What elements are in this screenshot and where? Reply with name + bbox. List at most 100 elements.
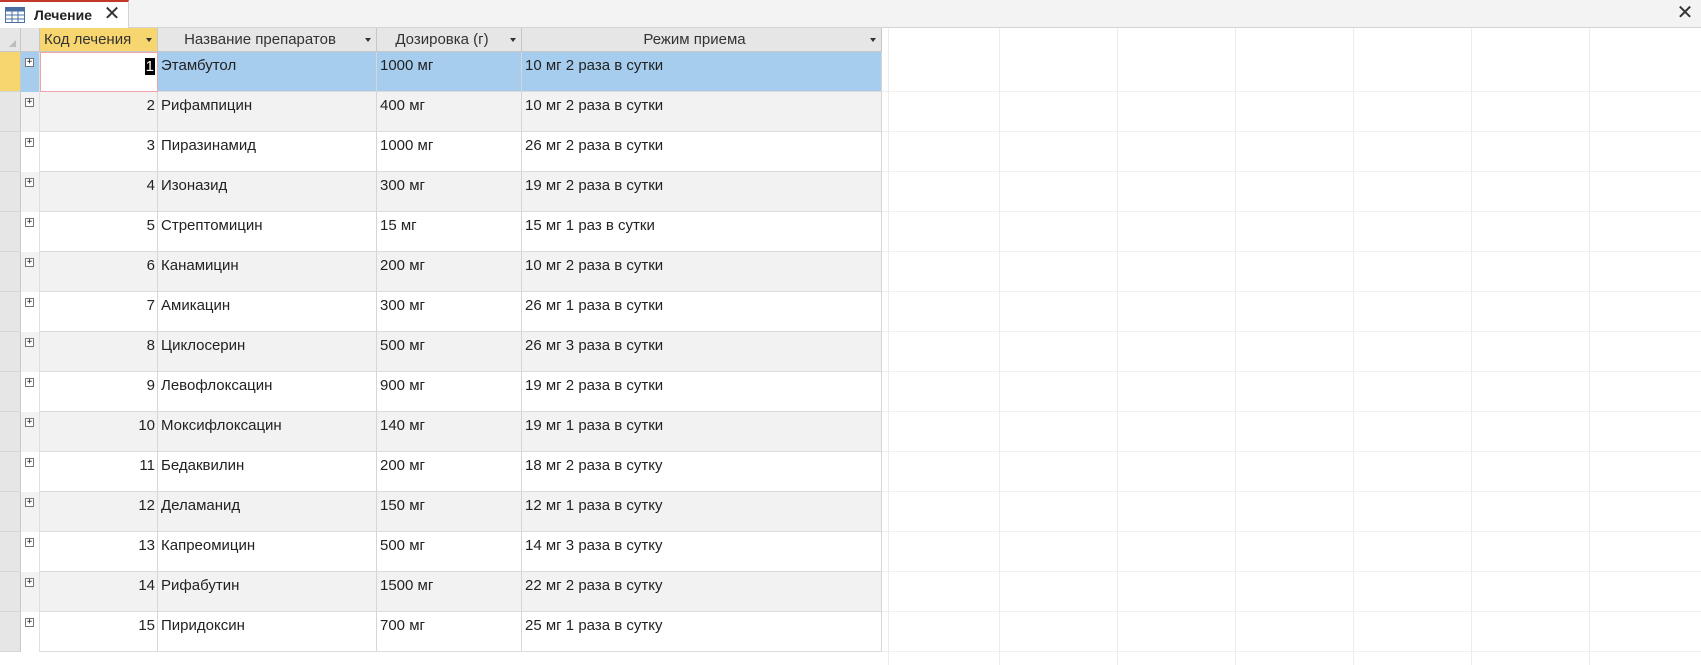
cell-kod-lecheniya[interactable]: 4 [40,172,158,212]
cell-nazvanie[interactable]: Левофлоксацин [158,372,377,412]
table-row[interactable]: +13 Капреомицин 500 мг 14 мг 3 раза в сутку [0,532,882,572]
column-header-rezhim[interactable]: Режим приема [522,28,882,52]
cell-dozirovka[interactable]: 200 мг [377,252,522,292]
table-row[interactable]: +11 Бедаквилин 200 мг 18 мг 2 раза в сутку [0,452,882,492]
table-row[interactable]: +14 Рифабутин 1500 мг 22 мг 2 раза в сутку [0,572,882,612]
cell-rezhim[interactable]: 14 мг 3 раза в сутку [522,532,882,572]
expand-plus-icon[interactable]: + [25,458,34,467]
cell-kod-lecheniya[interactable]: 9 [40,372,158,412]
cell-rezhim[interactable]: 15 мг 1 раз в сутки [522,212,882,252]
table-row[interactable]: +2 Рифампицин 400 мг 10 мг 2 раза в сутки [0,92,882,132]
cell-rezhim[interactable]: 10 мг 2 раза в сутки [522,92,882,132]
record-selector[interactable] [0,132,21,172]
expand-plus-icon[interactable]: + [25,538,34,547]
table-row[interactable]: +4 Изоназид 300 мг 19 мг 2 раза в сутки [0,172,882,212]
cell-kod-lecheniya[interactable]: 5 [40,212,158,252]
cell-rezhim[interactable]: 18 мг 2 раза в сутку [522,452,882,492]
record-selector[interactable] [0,492,21,532]
record-selector[interactable] [0,292,21,332]
cell-nazvanie[interactable]: Пиразинамид [158,132,377,172]
table-row[interactable]: +9 Левофлоксацин 900 мг 19 мг 2 раза в сутк… [0,372,882,412]
record-selector[interactable] [0,412,21,452]
cell-dozirovka[interactable]: 140 мг [377,412,522,452]
cell-dozirovka[interactable]: 15 мг [377,212,522,252]
expand-plus-icon[interactable]: + [25,498,34,507]
cell-rezhim[interactable]: 10 мг 2 раза в сутки [522,52,882,92]
cell-rezhim[interactable]: 19 мг 1 раза в сутки [522,412,882,452]
expand-plus-icon[interactable]: + [25,138,34,147]
tab-close-icon[interactable]: ✕ [102,4,122,24]
cell-rezhim[interactable]: 10 мг 2 раза в сутки [522,252,882,292]
expand-plus-icon[interactable]: + [25,578,34,587]
cell-dozirovka[interactable]: 1000 мг [377,132,522,172]
cell-nazvanie[interactable]: Этамбутол [158,52,377,92]
cell-nazvanie[interactable]: Пиридоксин [158,612,377,652]
cell-rezhim[interactable]: 19 мг 2 раза в сутки [522,172,882,212]
column-header-kod-lecheniya[interactable]: Код лечения [40,28,158,52]
cell-kod-lecheniya[interactable]: 12 [40,492,158,532]
expand-plus-icon[interactable]: + [25,618,34,627]
expand-plus-icon[interactable]: + [25,298,34,307]
cell-kod-lecheniya[interactable]: 2 [40,92,158,132]
cell-dozirovka[interactable]: 300 мг [377,172,522,212]
expand-plus-icon[interactable]: + [25,178,34,187]
cell-nazvanie[interactable]: Амикацин [158,292,377,332]
record-selector[interactable] [0,332,21,372]
expand-plus-icon[interactable]: + [25,338,34,347]
cell-dozirovka[interactable]: 500 мг [377,332,522,372]
cell-nazvanie[interactable]: Изоназид [158,172,377,212]
cell-kod-lecheniya[interactable]: 10 [40,412,158,452]
cell-nazvanie[interactable]: Канамицин [158,252,377,292]
cell-nazvanie[interactable]: Рифабутин [158,572,377,612]
record-selector[interactable] [0,252,21,292]
cell-dozirovka[interactable]: 1500 мг [377,572,522,612]
cell-kod-lecheniya[interactable]: 8 [40,332,158,372]
tab-lechenie[interactable]: Лечение ✕ [0,0,129,28]
cell-rezhim[interactable]: 19 мг 2 раза в сутки [522,372,882,412]
table-row[interactable]: +6 Канамицин 200 мг 10 мг 2 раза в сутки [0,252,882,292]
cell-dozirovka[interactable]: 500 мг [377,532,522,572]
cell-kod-lecheniya[interactable]: 15 [40,612,158,652]
select-all-corner[interactable] [0,28,21,52]
table-row[interactable]: +3 Пиразинамид 1000 мг 26 мг 2 раза в сутки [0,132,882,172]
cell-rezhim[interactable]: 12 мг 1 раза в сутку [522,492,882,532]
cell-kod-lecheniya[interactable]: 14 [40,572,158,612]
cell-nazvanie[interactable]: Капреомицин [158,532,377,572]
table-row[interactable]: +8 Циклосерин 500 мг 26 мг 3 раза в сутки [0,332,882,372]
record-selector[interactable] [0,572,21,612]
sort-dropdown-icon[interactable] [365,38,371,42]
cell-rezhim[interactable]: 25 мг 1 раза в сутку [522,612,882,652]
table-row[interactable]: +7 Амикацин 300 мг 26 мг 1 раза в сутки [0,292,882,332]
cell-dozirovka[interactable]: 400 мг [377,92,522,132]
cell-dozirovka[interactable]: 200 мг [377,452,522,492]
cell-nazvanie[interactable]: Рифампицин [158,92,377,132]
expand-plus-icon[interactable]: + [25,218,34,227]
expand-plus-icon[interactable]: + [25,258,34,267]
record-selector[interactable] [0,612,21,652]
table-row[interactable]: +15 Пиридоксин 700 мг 25 мг 1 раза в сутку [0,612,882,652]
table-row[interactable]: +12 Деламанид 150 мг 12 мг 1 раза в сутку [0,492,882,532]
cell-rezhim[interactable]: 26 мг 3 раза в сутки [522,332,882,372]
column-header-nazvanie[interactable]: Название препаратов [158,28,377,52]
record-selector[interactable] [0,172,21,212]
cell-nazvanie[interactable]: Циклосерин [158,332,377,372]
window-close-icon[interactable]: ✕ [1675,3,1695,23]
table-row[interactable]: +5 Стрептомицин 15 мг 15 мг 1 раз в сутки [0,212,882,252]
table-row[interactable]: +10 Моксифлоксацин 140 мг 19 мг 1 раза в су… [0,412,882,452]
cell-rezhim[interactable]: 26 мг 1 раза в сутки [522,292,882,332]
record-selector[interactable] [0,92,21,132]
cell-rezhim[interactable]: 26 мг 2 раза в сутки [522,132,882,172]
cell-nazvanie[interactable]: Моксифлоксацин [158,412,377,452]
table-row[interactable]: +1 Этамбутол 1000 мг 10 мг 2 раза в сутки [0,52,882,92]
cell-nazvanie[interactable]: Стрептомицин [158,212,377,252]
cell-rezhim[interactable]: 22 мг 2 раза в сутку [522,572,882,612]
sort-dropdown-icon[interactable] [146,38,152,42]
record-selector[interactable] [0,212,21,252]
cell-dozirovka[interactable]: 150 мг [377,492,522,532]
record-selector[interactable] [0,532,21,572]
cell-nazvanie[interactable]: Деламанид [158,492,377,532]
cell-kod-lecheniya[interactable]: 6 [40,252,158,292]
cell-dozirovka[interactable]: 900 мг [377,372,522,412]
cell-kod-lecheniya[interactable]: 13 [40,532,158,572]
cell-dozirovka[interactable]: 1000 мг [377,52,522,92]
